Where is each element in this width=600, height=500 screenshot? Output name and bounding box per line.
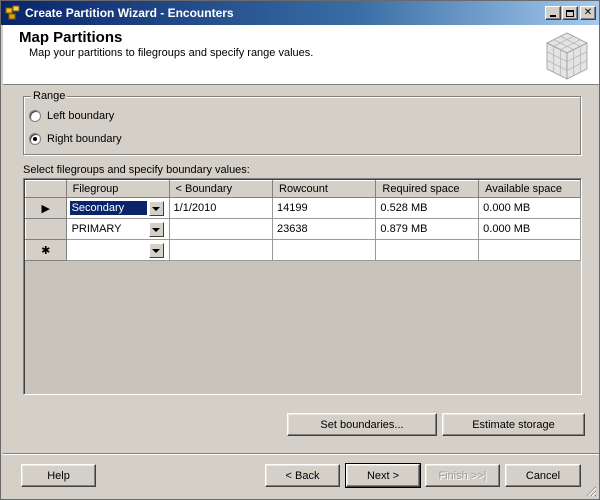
corner-header: [25, 180, 67, 198]
filegroup-value: [70, 243, 147, 257]
page-title: Map Partitions: [19, 29, 123, 46]
wizard-app-icon: [5, 5, 20, 20]
boundary-cell[interactable]: 1/1/2010: [168, 197, 274, 219]
available-space-cell: 0.000 MB: [478, 218, 581, 240]
footer-separator: [3, 453, 599, 455]
filegroup-dropdown[interactable]: [67, 241, 166, 259]
table-row[interactable]: PRIMARY 23638 0.879 MB 0.000 MB: [25, 218, 581, 240]
resize-grip-icon[interactable]: [585, 485, 597, 497]
boundary-cell[interactable]: [168, 218, 274, 240]
finish-button[interactable]: Finish >>|: [425, 464, 500, 487]
boundary-cell[interactable]: [168, 239, 274, 261]
rowcount-cell: 23638: [272, 218, 377, 240]
filegroup-dropdown[interactable]: Secondary: [67, 199, 166, 217]
set-boundaries-button[interactable]: Set boundaries...: [287, 413, 437, 436]
close-icon[interactable]: ✕: [580, 6, 596, 20]
title-bar[interactable]: Create Partition Wizard - Encounters ✕: [1, 1, 599, 25]
filegroup-value: Secondary: [69, 201, 147, 215]
chevron-down-icon[interactable]: [148, 243, 164, 258]
wizard-window: Create Partition Wizard - Encounters ✕ M…: [0, 0, 600, 500]
range-groupbox: [23, 96, 581, 155]
rowcount-cell: 14199: [272, 197, 377, 219]
required-space-cell: 0.528 MB: [375, 197, 480, 219]
new-row-indicator[interactable]: ✱: [25, 239, 67, 261]
filegroup-value: PRIMARY: [71, 223, 122, 235]
cancel-button[interactable]: Cancel: [505, 464, 581, 487]
column-header[interactable]: Available space: [478, 180, 581, 198]
right-boundary-label[interactable]: Right boundary: [47, 133, 122, 145]
minimize-icon[interactable]: [545, 6, 561, 20]
row-indicator[interactable]: [25, 218, 67, 240]
help-button[interactable]: Help: [21, 464, 96, 487]
chevron-down-icon[interactable]: [148, 201, 164, 216]
left-boundary-option[interactable]: Left boundary: [29, 110, 114, 122]
grid-instructions: Select filegroups and specify boundary v…: [23, 164, 250, 176]
range-legend: Range: [31, 90, 68, 102]
column-header[interactable]: < Boundary: [168, 180, 274, 198]
partition-cube-icon: [546, 32, 588, 80]
right-boundary-option[interactable]: Right boundary: [29, 133, 122, 145]
filegroup-cell: PRIMARY: [65, 218, 170, 240]
left-boundary-label[interactable]: Left boundary: [47, 110, 114, 122]
next-button[interactable]: Next >: [345, 463, 421, 488]
filegroup-dropdown[interactable]: PRIMARY: [67, 220, 166, 238]
rowcount-cell: [272, 239, 377, 261]
chevron-down-icon[interactable]: [148, 222, 164, 237]
back-button[interactable]: < Back: [265, 464, 340, 487]
estimate-storage-button[interactable]: Estimate storage: [442, 413, 585, 436]
partition-grid[interactable]: Filegroup < Boundary Rowcount Required s…: [23, 178, 582, 395]
maximize-icon[interactable]: [562, 6, 578, 20]
required-space-cell: [375, 239, 480, 261]
row-indicator[interactable]: ▶: [25, 197, 67, 219]
window-title: Create Partition Wizard - Encounters: [25, 6, 234, 20]
available-space-cell: [478, 239, 581, 261]
table-row[interactable]: ▶ Secondary 1/1/2010 14199 0.528 MB 0.00…: [25, 197, 581, 219]
page-subtitle: Map your partitions to filegroups and sp…: [29, 47, 314, 59]
column-header[interactable]: Filegroup: [65, 180, 170, 198]
right-boundary-radio[interactable]: [29, 133, 41, 145]
column-header[interactable]: Rowcount: [272, 180, 377, 198]
filegroup-cell: Secondary: [65, 197, 170, 219]
partition-table: Filegroup < Boundary Rowcount Required s…: [25, 180, 581, 261]
new-row[interactable]: ✱: [25, 239, 581, 261]
grid-header-row: Filegroup < Boundary Rowcount Required s…: [25, 180, 581, 198]
column-header[interactable]: Required space: [375, 180, 480, 198]
available-space-cell: 0.000 MB: [478, 197, 581, 219]
filegroup-cell: [65, 239, 170, 261]
wizard-header: Map Partitions Map your partitions to fi…: [3, 25, 599, 85]
left-boundary-radio[interactable]: [29, 110, 41, 122]
required-space-cell: 0.879 MB: [375, 218, 480, 240]
